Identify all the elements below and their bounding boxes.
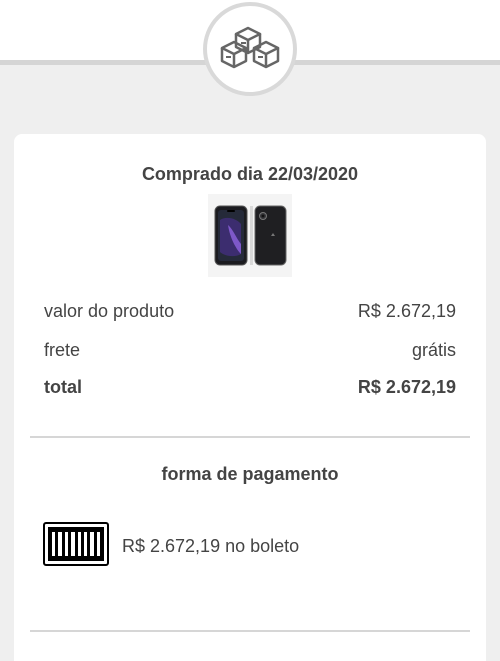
order-card: Comprado dia 22/03/2020 valor do produto… [14, 134, 486, 661]
payment-section-title: forma de pagamento [161, 464, 339, 484]
shipping-row: frete grátis [44, 340, 456, 361]
shipping-label: frete [44, 340, 81, 360]
total-label: total [44, 377, 82, 397]
product-value-label: valor do produto [44, 301, 175, 321]
boxes-icon [203, 2, 297, 96]
total-value: R$ 2.672,19 [357, 377, 456, 397]
total-row: total R$ 2.672,19 [44, 377, 456, 398]
purchase-date-title: Comprado dia 22/03/2020 [141, 164, 359, 184]
section-divider [30, 436, 470, 438]
order-detail-screen: Comprado dia 22/03/2020 valor do produto… [0, 0, 500, 661]
shipping-value: grátis [411, 340, 456, 360]
product-value-amount: R$ 2.672,19 [357, 301, 456, 321]
barcode-icon [43, 522, 109, 566]
phone-product-image [208, 194, 292, 277]
bottom-divider [30, 630, 470, 632]
product-value-row: valor do produto R$ 2.672,19 [44, 301, 456, 322]
payment-method-text: R$ 2.672,19 no boleto [122, 536, 300, 556]
